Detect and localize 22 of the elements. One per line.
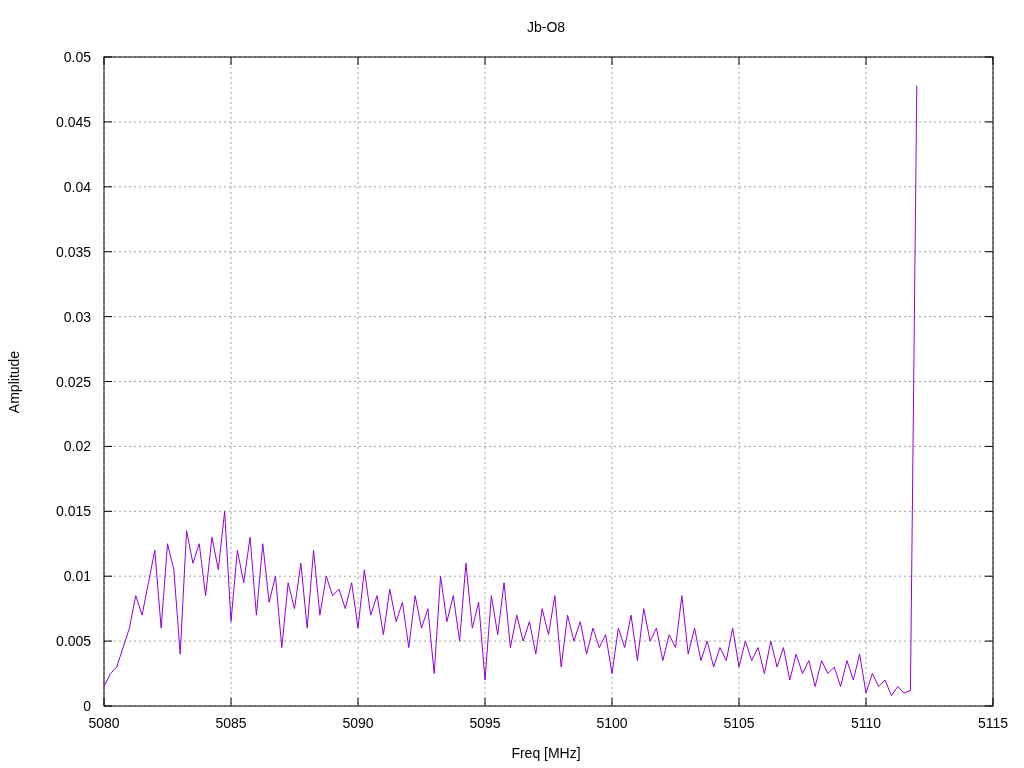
x-tick-label: 5105 bbox=[723, 715, 755, 731]
x-tick-label: 5090 bbox=[342, 715, 374, 731]
y-axis-label: Amplitude bbox=[6, 350, 22, 414]
y-tick-label: 0.045 bbox=[55, 113, 91, 130]
y-tick-label: 0.035 bbox=[55, 243, 91, 260]
y-tick-label: 0.05 bbox=[63, 49, 91, 65]
x-tick-label: 5085 bbox=[215, 715, 247, 731]
x-tick-label: 5080 bbox=[88, 715, 120, 731]
x-tick-label: 5095 bbox=[469, 715, 501, 731]
x-tick-label: 5115 bbox=[977, 715, 1009, 731]
x-axis-label: Freq [MHz] bbox=[511, 745, 581, 761]
y-tick-label: 0 bbox=[83, 698, 91, 714]
y-tick-label: 0.015 bbox=[55, 503, 91, 520]
x-tick-label: 5100 bbox=[596, 715, 628, 731]
x-tick-label: 5110 bbox=[850, 715, 882, 731]
y-tick-label: 0.01 bbox=[63, 568, 91, 585]
chart-title: Jb-O8 bbox=[526, 19, 566, 35]
y-tick-label: 0.005 bbox=[55, 633, 91, 650]
y-tick-label: 0.03 bbox=[63, 308, 91, 325]
y-tick-label: 0.02 bbox=[63, 438, 91, 455]
y-tick-label: 0.025 bbox=[55, 373, 91, 390]
y-tick-label: 0.04 bbox=[63, 178, 91, 195]
